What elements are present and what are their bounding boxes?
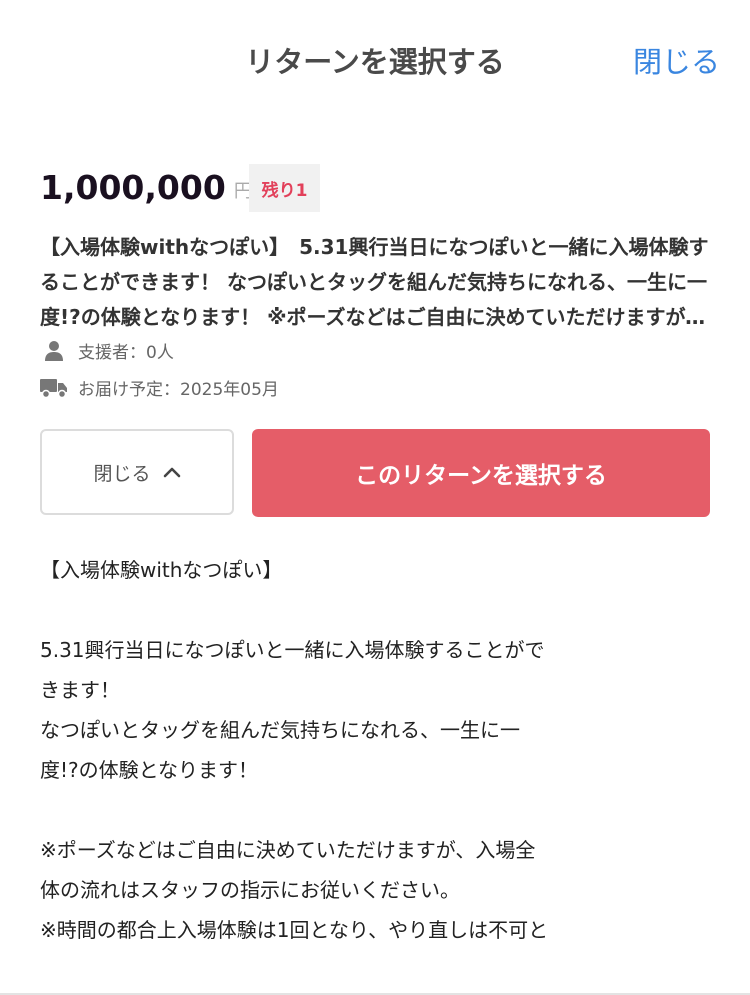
reward-title: 【入場体験withなつぽい】 5.31興行当日になつぽいと一緒に入場体験すること… [40, 235, 709, 329]
remaining-badge: 残り1 [249, 164, 320, 212]
delivery-date: お届け予定：2025年05月 [78, 380, 279, 400]
supporters-info: 支援者：0人 [40, 338, 174, 363]
delivery-info: お届け予定：2025年05月 [40, 375, 279, 400]
description-line: ※ポーズなどはご自由に決めていただけますが、入場全 [40, 838, 536, 862]
description-line: きます！ [40, 678, 120, 702]
description-line: ※時間の都合上入場体験は1回となり、やり直しは不可と [40, 918, 549, 942]
description-line: 体の流れはスタッフの指示にお従いください。 [40, 878, 460, 902]
return-select-sheet: リターンを選択する 閉じる 1,000,000 円 残り1 【入場体験withな… [0, 0, 750, 995]
reward-description: 【入場体験withなつぽい】 5.31興行当日になつぽいと一緒に入場体験すること… [40, 550, 720, 950]
collapse-button[interactable]: 閉じる [40, 429, 234, 515]
description-line: なつぽいとタッグを組んだ気持ちになれる、一生に一 [40, 718, 520, 742]
chevron-up-icon [163, 466, 181, 478]
description-line: 5.31興行当日になつぽいと一緒に入場体験することがで [40, 638, 545, 662]
description-heading: 【入場体験withなつぽい】 [40, 558, 283, 582]
select-reward-button[interactable]: このリターンを選択する [252, 429, 710, 517]
collapse-button-label: 閉じる [93, 462, 151, 485]
description-line: 度!?の体験となります！ [40, 758, 259, 782]
person-icon [40, 339, 68, 363]
truck-icon [40, 376, 68, 400]
supporters-count: 支援者：0人 [78, 343, 174, 363]
close-sheet-button[interactable]: 閉じる [633, 44, 720, 80]
reward-price: 1,000,000 [40, 168, 226, 207]
price-row: 1,000,000 円 [40, 168, 252, 208]
